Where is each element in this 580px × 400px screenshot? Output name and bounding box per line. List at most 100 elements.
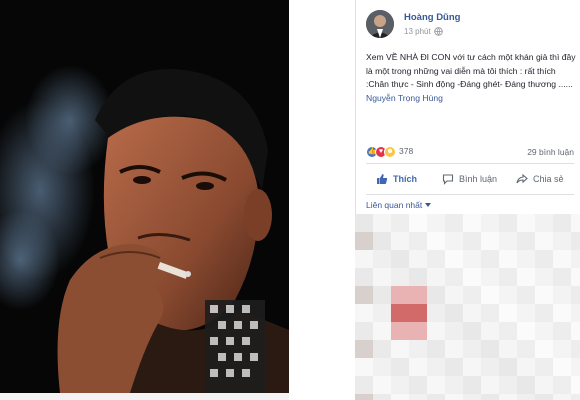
- mosaic-cell: [571, 394, 580, 400]
- mosaic-cell: [355, 286, 373, 304]
- mosaic-cell: [535, 286, 553, 304]
- mosaic-cell: [427, 250, 445, 268]
- mosaic-cell: [499, 268, 517, 286]
- mosaic-cell: [553, 376, 571, 394]
- mosaic-cell: [373, 304, 391, 322]
- post-header: Hoàng Dũng 13 phút: [366, 10, 574, 40]
- mosaic-cell: [409, 322, 427, 340]
- mosaic-cell: [427, 232, 445, 250]
- mosaic-cell: [463, 376, 481, 394]
- mosaic-cell: [517, 304, 535, 322]
- mosaic-cell: [463, 340, 481, 358]
- mosaic-cell: [391, 304, 409, 322]
- mosaic-cell: [517, 358, 535, 376]
- mosaic-cell: [481, 358, 499, 376]
- post-body: Xem VỀ NHÀ ĐI CON với tư cách một khán g…: [366, 52, 576, 90]
- tagged-person-link[interactable]: Nguyễn Trọng Hùng: [366, 93, 443, 103]
- mosaic-cell: [373, 214, 391, 232]
- mosaic-cell: [463, 250, 481, 268]
- mosaic-cell: [355, 322, 373, 340]
- share-label: Chia sẻ: [533, 174, 564, 184]
- mosaic-cell: [445, 322, 463, 340]
- mosaic-cell: [517, 340, 535, 358]
- mosaic-cell: [553, 232, 571, 250]
- post-photo[interactable]: [0, 0, 289, 393]
- mosaic-cell: [373, 376, 391, 394]
- mosaic-cell: [409, 304, 427, 322]
- action-bar: Thích Bình luận Chia sẻ: [366, 168, 574, 190]
- mosaic-cell: [427, 304, 445, 322]
- mosaic-cell: [517, 286, 535, 304]
- mosaic-cell: [571, 286, 580, 304]
- mosaic-cell: [499, 394, 517, 400]
- mosaic-cell: [445, 232, 463, 250]
- mosaic-cell: [499, 286, 517, 304]
- mosaic-cell: [571, 268, 580, 286]
- share-button[interactable]: Chia sẻ: [516, 168, 564, 190]
- separator: [289, 0, 355, 400]
- mosaic-cell: [535, 250, 553, 268]
- post-time[interactable]: 13 phút: [404, 27, 431, 36]
- mosaic-cell: [463, 268, 481, 286]
- mosaic-cell: [391, 286, 409, 304]
- mosaic-cell: [553, 340, 571, 358]
- mosaic-cell: [571, 358, 580, 376]
- blurred-comments: [355, 214, 580, 400]
- comment-sort-dropdown[interactable]: Liên quan nhất: [366, 200, 432, 210]
- mosaic-cell: [481, 214, 499, 232]
- mosaic-cell: [499, 304, 517, 322]
- mosaic-cell: [535, 304, 553, 322]
- globe-icon: [434, 27, 443, 36]
- mosaic-cell: [445, 286, 463, 304]
- mosaic-cell: [427, 358, 445, 376]
- mosaic-cell: [355, 340, 373, 358]
- thumbs-up-icon: [377, 174, 388, 184]
- mosaic-cell: [445, 268, 463, 286]
- mosaic-cell: [553, 214, 571, 232]
- mosaic-cell: [391, 268, 409, 286]
- mosaic-cell: [427, 394, 445, 400]
- mosaic-cell: [391, 376, 409, 394]
- mosaic-cell: [499, 250, 517, 268]
- mosaic-cell: [427, 340, 445, 358]
- mosaic-cell: [535, 322, 553, 340]
- author-name[interactable]: Hoàng Dũng: [404, 12, 460, 23]
- mosaic-cell: [481, 322, 499, 340]
- haha-reaction-icon: ☻: [384, 146, 396, 158]
- mosaic-cell: [499, 322, 517, 340]
- mosaic-cell: [517, 250, 535, 268]
- sort-label: Liên quan nhất: [366, 200, 423, 210]
- mosaic-cell: [409, 394, 427, 400]
- comment-button[interactable]: Bình luận: [442, 168, 497, 190]
- comment-icon: [442, 174, 454, 185]
- like-button[interactable]: Thích: [376, 168, 417, 190]
- mosaic-cell: [463, 322, 481, 340]
- mosaic-cell: [391, 232, 409, 250]
- mosaic-cell: [517, 232, 535, 250]
- mosaic-cell: [553, 394, 571, 400]
- mosaic-cell: [571, 232, 580, 250]
- mosaic-cell: [445, 214, 463, 232]
- mosaic-cell: [373, 322, 391, 340]
- mosaic-cell: [463, 358, 481, 376]
- mosaic-cell: [373, 250, 391, 268]
- mosaic-cell: [499, 376, 517, 394]
- mosaic-cell: [535, 268, 553, 286]
- mosaic-cell: [355, 304, 373, 322]
- avatar[interactable]: [366, 10, 394, 38]
- mosaic-cell: [355, 250, 373, 268]
- mosaic-cell: [481, 268, 499, 286]
- mosaic-cell: [481, 340, 499, 358]
- comment-count[interactable]: 29 bình luận: [527, 147, 574, 157]
- mosaic-cell: [445, 358, 463, 376]
- mosaic-cell: [409, 250, 427, 268]
- mosaic-cell: [409, 286, 427, 304]
- mosaic-cell: [553, 322, 571, 340]
- mosaic-cell: [517, 268, 535, 286]
- mosaic-cell: [535, 232, 553, 250]
- mosaic-cell: [409, 376, 427, 394]
- mosaic-cell: [427, 268, 445, 286]
- mosaic-cell: [571, 214, 580, 232]
- mosaic-cell: [445, 394, 463, 400]
- mosaic-cell: [355, 268, 373, 286]
